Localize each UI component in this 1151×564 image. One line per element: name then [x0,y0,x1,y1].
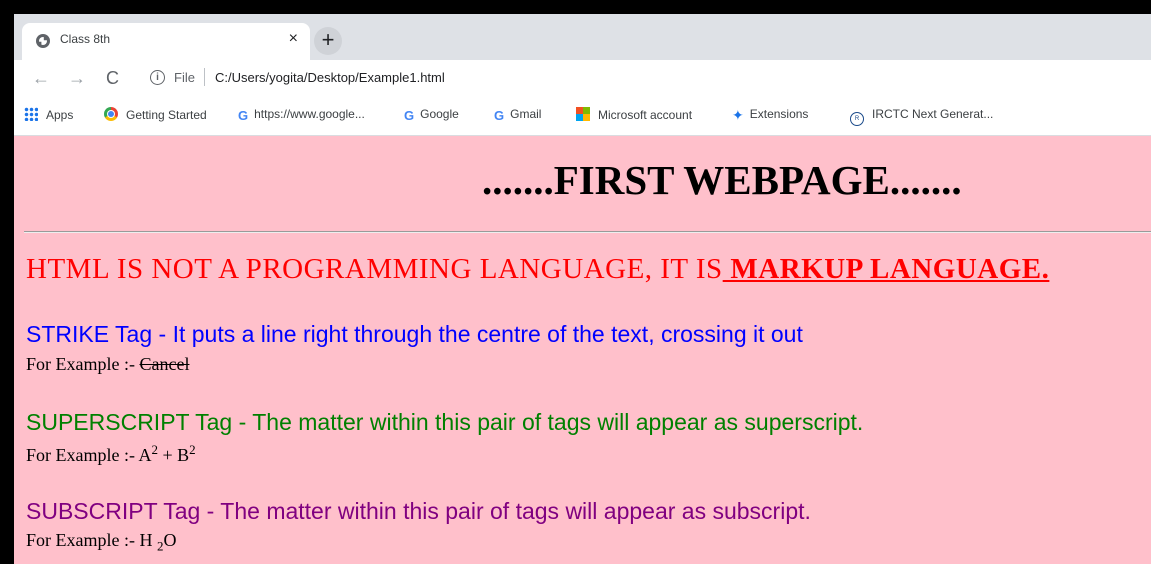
bookmark-extensions[interactable]: ✦ Extensions [732,107,808,123]
bookmark-google-url[interactable]: Ghttps://www.google... [238,107,365,123]
irctc-icon: R [850,112,864,126]
bookmark-irctc[interactable]: R IRCTC Next Generat... [850,107,993,126]
bookmark-getting-started[interactable]: Getting Started [104,107,207,122]
url-scheme-label: File [174,70,195,85]
tab-title: Class 8th [60,32,111,46]
markup-statement: HTML IS NOT A PROGRAMMING LANGUAGE, IT I… [26,253,1050,285]
microsoft-icon [576,107,590,121]
chrome-icon [104,107,118,121]
bookmark-google[interactable]: G Google [404,107,459,123]
omnibox-divider [204,68,205,86]
address-bar[interactable]: i File C:/Users/yogita/Desktop/Example1.… [140,64,1151,92]
markup-language-underlined: MARKUP LANGUAGE. [722,253,1050,285]
tab-strip: Class 8th × + [14,14,1151,60]
subscript-description: SUBSCRIPT Tag - The matter within this p… [26,498,811,524]
reload-icon[interactable]: C [106,67,119,89]
google-icon: G [494,108,505,123]
browser-window: Class 8th × + ← → C i File C:/Users/yogi… [14,14,1151,564]
bookmark-gmail[interactable]: G Gmail [494,107,541,123]
bookmarks-bar: Apps Getting Started Ghttps://www.google… [14,97,1151,136]
toolbar: ← → C i File C:/Users/yogita/Desktop/Exa… [14,60,1151,97]
globe-icon [36,34,50,48]
puzzle-icon: ✦ [732,107,744,123]
bookmark-microsoft-account[interactable]: Microsoft account [576,107,692,122]
forward-arrow-icon[interactable]: → [68,67,86,89]
superscript-description: SUPERSCRIPT Tag - The matter within this… [26,409,864,435]
strike-example-value: Cancel [139,354,190,374]
new-tab-button[interactable]: + [314,27,342,55]
info-icon[interactable]: i [150,70,165,85]
subscript-example: For Example :- H 2O [26,530,177,554]
google-icon: G [238,108,249,123]
bookmark-apps[interactable]: Apps [24,107,73,122]
google-icon: G [404,108,415,123]
strike-description: STRIKE Tag - It puts a line right throug… [26,321,803,347]
horizontal-rule [24,231,1151,233]
superscript-example: For Example :- A2 + B2 [26,442,196,465]
page-content: .......FIRST WEBPAGE....... HTML IS NOT … [14,136,1151,564]
tab-class-8th[interactable]: Class 8th × [22,23,310,60]
back-arrow-icon[interactable]: ← [32,67,50,89]
apps-grid-icon [24,107,38,121]
close-icon[interactable]: × [289,29,298,49]
strike-example: For Example :- Cancel [26,354,190,374]
url-text[interactable]: C:/Users/yogita/Desktop/Example1.html [215,70,445,85]
